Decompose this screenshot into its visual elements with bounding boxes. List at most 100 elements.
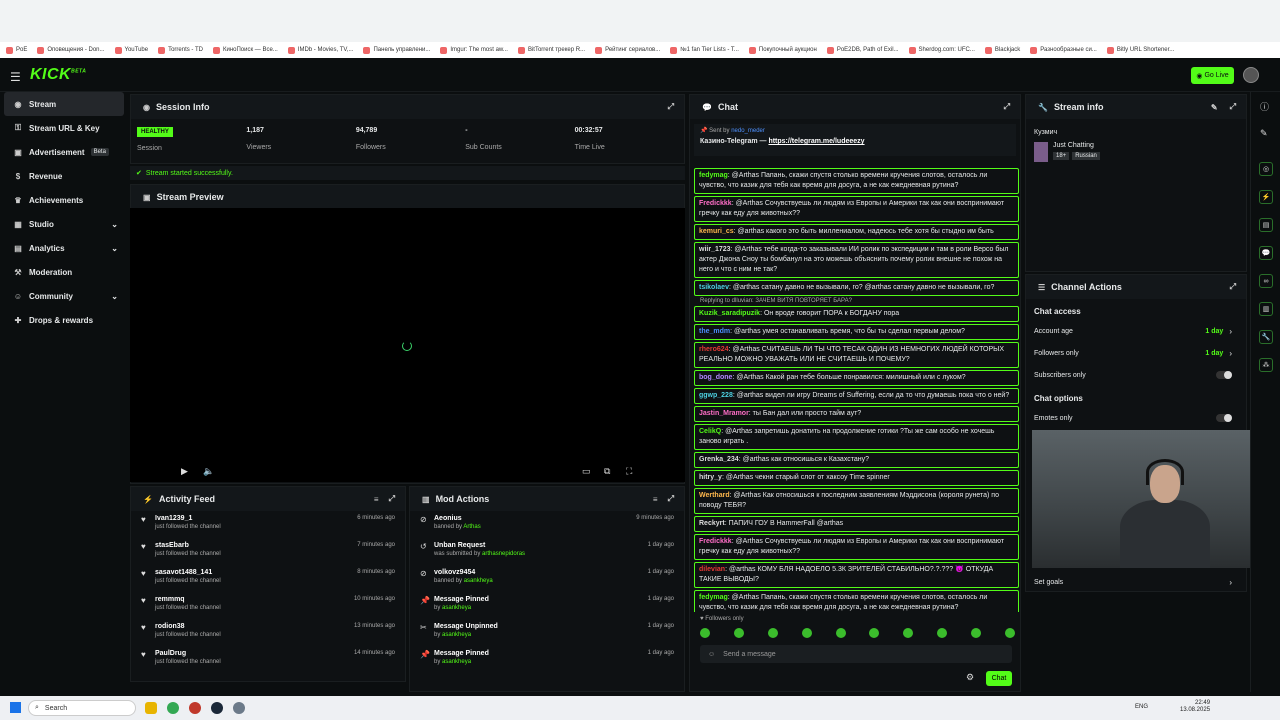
edit-icon[interactable]: ✎: [1211, 103, 1218, 112]
follower-name[interactable]: rodion38: [155, 623, 221, 630]
chat-username[interactable]: fedymag: [699, 172, 728, 179]
fullscreen-icon[interactable]: ⛶: [626, 466, 632, 477]
volume-icon[interactable]: 🔈: [203, 466, 214, 477]
chat-username[interactable]: rhero624: [699, 346, 729, 353]
bookmark-item[interactable]: КиноПоиск — Все...: [213, 46, 278, 54]
follower-name[interactable]: remmmq: [155, 596, 221, 603]
app-icon[interactable]: [189, 702, 201, 714]
language-indicator[interactable]: ENG: [1135, 704, 1148, 710]
chat-message[interactable]: Reckyrt: ПАПИЧ ГОУ В HammerFall @arthas: [694, 516, 1019, 532]
menu-icon[interactable]: ☰: [10, 70, 21, 84]
play-icon[interactable]: ▶: [181, 466, 188, 477]
chat-username[interactable]: fedymag: [699, 594, 728, 601]
sidebar-item-community[interactable]: ☺ Community ⌄: [0, 284, 128, 308]
chat-message[interactable]: fedymag: @Arthas Папань, скажи спустя ст…: [694, 590, 1019, 612]
account-age-row[interactable]: Account age 1 day ›: [1026, 320, 1246, 342]
bookmark-item[interactable]: №1 fan Tier Lists - T...: [670, 46, 739, 54]
chat-message[interactable]: hitry_y: @Arthas чекни старый слот от ха…: [694, 470, 1019, 486]
chat-input[interactable]: ☺ Send a message: [700, 645, 1012, 663]
chat-message[interactable]: the_mdm: @arthas умея останавливать врем…: [694, 324, 1019, 340]
bookmark-item[interactable]: Оповещения - Don...: [37, 46, 105, 54]
bolt-icon[interactable]: ⚡: [1259, 190, 1273, 204]
followers-only-row[interactable]: Followers only 1 day ›: [1026, 342, 1246, 364]
windows-start-icon[interactable]: [10, 702, 21, 713]
set-goals-row[interactable]: Set goals ›: [1026, 571, 1246, 593]
bookmark-item[interactable]: IMDb - Movies, TV,...: [287, 46, 353, 54]
follower-name[interactable]: PaulDrug: [155, 650, 221, 657]
target-icon[interactable]: ◎: [1259, 162, 1273, 176]
chat-message[interactable]: bog_done: @Arthas Какой ран тебе больше …: [694, 370, 1019, 386]
chat-message[interactable]: Fredickkk: @Arthas Сочувствуешь ли людям…: [694, 196, 1019, 222]
chat-message[interactable]: Grenka_234: @arthas как относишься к Каз…: [694, 452, 1019, 468]
taskbar-search[interactable]: ⌕ Search: [28, 700, 136, 716]
settings-icon[interactable]: [233, 702, 245, 714]
sidebar-item-achievements[interactable]: ♛ Achievements: [0, 188, 128, 212]
link-icon[interactable]: ∞: [1259, 274, 1273, 288]
follower-name[interactable]: Ivan1239_1: [155, 515, 221, 522]
sidebar-item-stream[interactable]: ◉ Stream: [4, 92, 124, 116]
bookmark-item[interactable]: YouTube: [114, 46, 148, 54]
expand-icon[interactable]: ⤢: [668, 102, 674, 112]
bookmark-item[interactable]: Панель управлени...: [363, 46, 430, 54]
pip-icon[interactable]: ⧉: [604, 466, 610, 477]
chrome-icon[interactable]: [167, 702, 179, 714]
bookmark-item[interactable]: PoE: [6, 46, 27, 54]
chat-username[interactable]: the_mdm: [699, 328, 730, 335]
expand-icon[interactable]: ⤢: [1230, 102, 1236, 112]
emote-icon[interactable]: [767, 628, 778, 638]
file-icon[interactable]: ▤: [1259, 218, 1273, 232]
chat-username[interactable]: Jastin_Mramor: [699, 410, 749, 417]
emote-icon[interactable]: [903, 628, 914, 638]
subscribers-only-toggle[interactable]: [1216, 371, 1232, 379]
chat-messages[interactable]: fedymag: @Arthas Папань, скажи спустя ст…: [694, 122, 1019, 612]
chat-username[interactable]: CelikQ: [699, 428, 721, 435]
follower-name[interactable]: sasavot1488_141: [155, 569, 221, 576]
sidebar-item-stream-url[interactable]: ⚿ Stream URL & Key: [0, 116, 128, 140]
smile-icon[interactable]: ☺: [708, 651, 715, 658]
chat-message[interactable]: tsikolaev: @arthas сатану давно не вызыв…: [694, 280, 1019, 296]
sidebar-item-analytics[interactable]: ▤ Analytics ⌄: [0, 236, 128, 260]
chat-username[interactable]: Fredickkk: [699, 200, 732, 207]
chat-message[interactable]: Kuzik_saradipuzik: Он вроде говорит ПОРА…: [694, 306, 1019, 322]
chat-message[interactable]: dilevian: @arthas КОМУ БЛЯ НАДОЕЛО 5.3К …: [694, 562, 1019, 588]
gear-icon[interactable]: ⚙: [966, 672, 974, 683]
emote-icon[interactable]: [700, 628, 710, 638]
avatar[interactable]: [1243, 67, 1259, 83]
bookmark-item[interactable]: Bitly URL Shortener...: [1106, 46, 1174, 54]
bookmark-item[interactable]: Разнообразные си...: [1030, 46, 1097, 54]
chat-username[interactable]: Fredickkk: [699, 538, 732, 545]
pinned-link[interactable]: https://telegram.me/ludeeezy: [768, 138, 864, 145]
chat-username[interactable]: Werthard: [699, 492, 730, 499]
filter-icon[interactable]: ≡: [653, 495, 658, 504]
filter-icon[interactable]: ≡: [374, 495, 379, 504]
emote-icon[interactable]: [733, 628, 744, 638]
emote-icon[interactable]: [801, 628, 812, 638]
emote-icon[interactable]: [835, 628, 846, 638]
sidebar-item-studio[interactable]: ▦ Studio ⌄: [0, 212, 128, 236]
bookmark-item[interactable]: Blackjack: [984, 46, 1020, 54]
bookmark-item[interactable]: Torrents - TD: [158, 46, 203, 54]
chat-username[interactable]: Kuzik_saradipuzik: [699, 310, 760, 317]
bookmark-item[interactable]: Imgur: The most aw...: [440, 46, 508, 54]
theater-mode-icon[interactable]: ▭: [582, 466, 591, 477]
sidebar-item-advertisement[interactable]: ▣ Advertisement Beta: [0, 140, 128, 164]
edit-icon[interactable]: ✎: [1260, 128, 1268, 139]
send-chat-button[interactable]: Chat: [986, 671, 1012, 686]
sidebar-item-drops[interactable]: ✚ Drops & rewards: [0, 308, 128, 332]
bookmark-item[interactable]: Покупочный аукцион: [748, 46, 817, 54]
emotes-only-toggle[interactable]: [1216, 414, 1232, 422]
chat-username[interactable]: tsikolaev: [699, 284, 729, 291]
expand-icon[interactable]: ⤢: [1004, 102, 1010, 112]
expand-icon[interactable]: ⤢: [1230, 282, 1236, 292]
chat-username[interactable]: ggwp_228: [699, 392, 733, 399]
chat-bubble-icon[interactable]: 💬: [1259, 246, 1273, 260]
chat-message[interactable]: rhero624: @Arthas СЧИТАЕШЬ ЛИ ТЫ ЧТО ТЕС…: [694, 342, 1019, 368]
follower-name[interactable]: stasEbarb: [155, 542, 221, 549]
chat-username[interactable]: wiir_1723: [699, 246, 731, 253]
chat-message[interactable]: fedymag: @Arthas Папань, скажи спустя ст…: [694, 168, 1019, 194]
chat-message[interactable]: wiir_1723: @Arthas тебе когда-то заказыв…: [694, 242, 1019, 278]
kick-logo[interactable]: KICKBETA: [30, 66, 86, 84]
steam-icon[interactable]: [211, 702, 223, 714]
wrench-icon[interactable]: 🔧: [1259, 330, 1273, 344]
chat-message[interactable]: CelikQ: @Arthas запретишь донатить на пр…: [694, 424, 1019, 450]
